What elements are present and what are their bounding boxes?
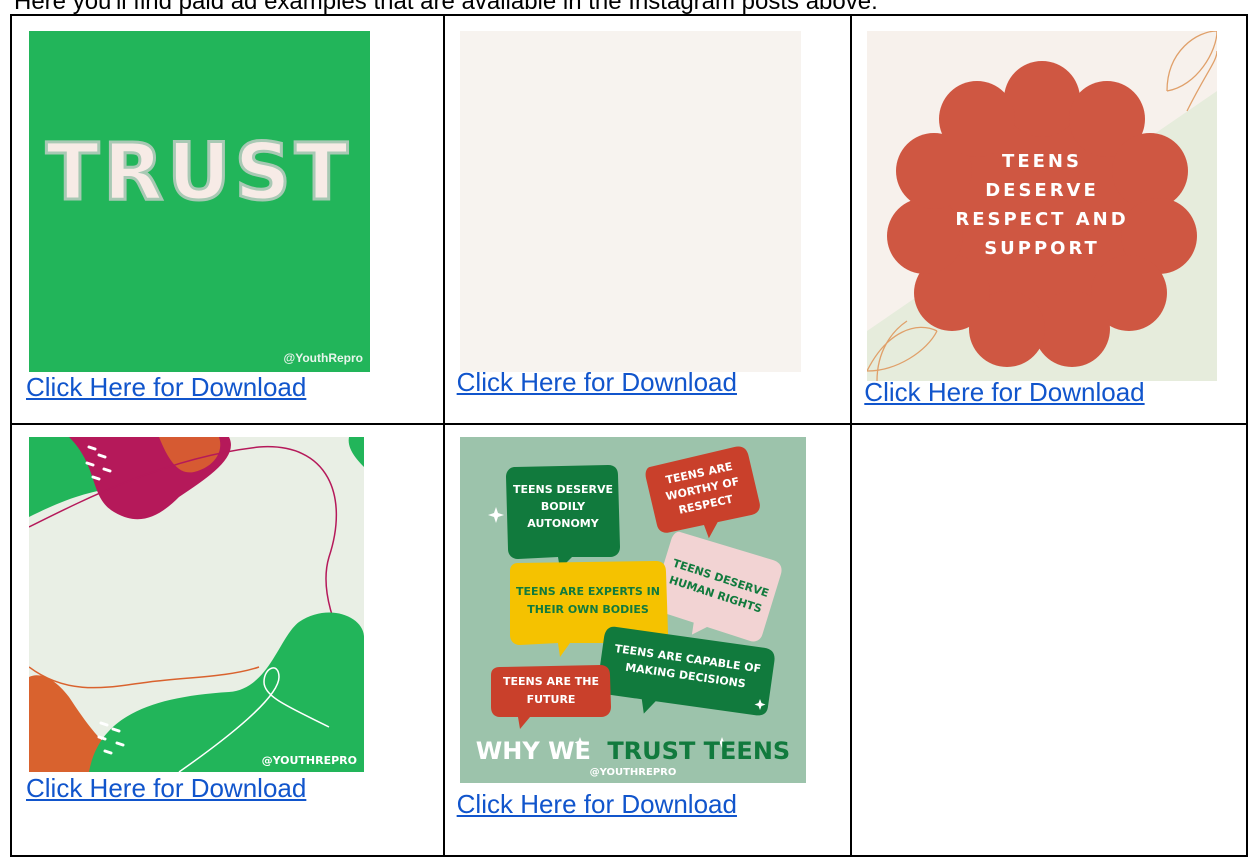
respect-line-2: DESERVE bbox=[986, 180, 1100, 201]
bubble-1-line-3: AUTONOMY bbox=[527, 517, 599, 530]
download-link-2[interactable]: Click Here for Download bbox=[457, 367, 737, 398]
trust-title: TRUST bbox=[46, 128, 352, 218]
headline-part-2: TRUST TEENS bbox=[607, 737, 790, 765]
ad-cell-abstract: @YOUTHREPRO Click Here for Download bbox=[10, 423, 445, 857]
why-trust-ad-image: TEENS DESERVE BODILY AUTONOMY TEENS ARE … bbox=[459, 437, 806, 783]
svg-text:WHY WE TRUST T: WHY WE TRUST TEENS bbox=[475, 737, 789, 765]
download-link-1[interactable]: Click Here for Download bbox=[26, 372, 306, 403]
ad-cell-blank: Click Here for Download bbox=[442, 14, 853, 425]
why-trust-watermark: @YOUTHREPRO bbox=[589, 767, 676, 778]
trust-watermark: @YouthRepro bbox=[284, 351, 363, 365]
trust-ad-image: TRUST @YouthRepro bbox=[29, 31, 370, 372]
ad-cell-trust: TRUST @YouthRepro Click Here for Downloa… bbox=[10, 14, 445, 425]
abstract-watermark: @YOUTHREPRO bbox=[262, 754, 357, 767]
bubble-6-line-2: FUTURE bbox=[526, 693, 575, 706]
respect-ad-image: TEENS DESERVE RESPECT AND SUPPORT bbox=[867, 31, 1218, 381]
ad-cell-empty bbox=[850, 423, 1248, 857]
respect-line-3: RESPECT AND bbox=[956, 209, 1129, 230]
ad-cell-why-trust: TEENS DESERVE BODILY AUTONOMY TEENS ARE … bbox=[442, 423, 853, 857]
abstract-ad-image: @YOUTHREPRO bbox=[29, 437, 364, 772]
blank-ad-image bbox=[459, 31, 801, 372]
bubble-4-line-1: TEENS ARE EXPERTS IN bbox=[516, 585, 660, 598]
ad-examples-table: TRUST @YouthRepro Click Here for Downloa… bbox=[10, 14, 1248, 857]
bubble-6-line-1: TEENS ARE THE bbox=[503, 675, 599, 688]
bubble-4-line-2: THEIR OWN BODIES bbox=[527, 603, 649, 616]
bubble-bodily-autonomy: TEENS DESERVE BODILY AUTONOMY bbox=[505, 465, 620, 569]
headline-part-1: WHY WE bbox=[475, 737, 590, 765]
download-link-5[interactable]: Click Here for Download bbox=[457, 789, 737, 820]
bubble-1-line-1: TEENS DESERVE bbox=[513, 483, 613, 496]
bubble-1-line-2: BODILY bbox=[541, 500, 586, 513]
download-link-3[interactable]: Click Here for Download bbox=[864, 377, 1144, 408]
ad-cell-respect: TEENS DESERVE RESPECT AND SUPPORT Click … bbox=[850, 14, 1248, 425]
respect-line-4: SUPPORT bbox=[984, 238, 1100, 259]
download-link-4[interactable]: Click Here for Download bbox=[26, 773, 306, 804]
respect-line-1: TEENS bbox=[1002, 151, 1082, 172]
